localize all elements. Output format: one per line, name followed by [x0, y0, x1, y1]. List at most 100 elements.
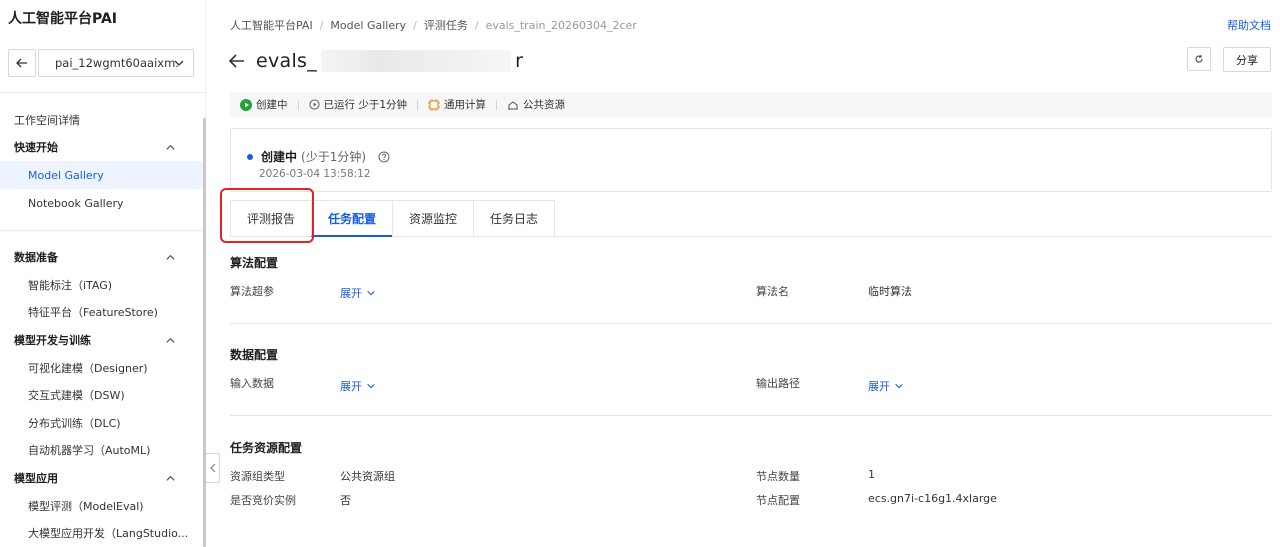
output-path-label: 输出路径 [756, 377, 800, 390]
sidebar-item-notebook-gallery[interactable]: Notebook Gallery [0, 189, 204, 217]
section-title-data: 数据配置 [230, 348, 279, 362]
sidebar-item-workspace-details[interactable]: 工作空间详情 [0, 106, 204, 134]
sidebar-item-label: 大模型应用开发（LangStudio... [28, 527, 189, 540]
refresh-button[interactable] [1187, 47, 1211, 71]
breadcrumb-item[interactable]: 人工智能平台PAI [230, 17, 313, 33]
status-line: 创建中 (少于1分钟) [247, 148, 390, 165]
sidebar-item-featurestore[interactable]: 特征平台（FeatureStore) [0, 298, 204, 326]
resource-group-type-label: 资源组类型 [230, 470, 285, 483]
tab-task-log[interactable]: 任务日志 [473, 200, 556, 237]
help-circle-icon[interactable] [378, 151, 390, 163]
compute-icon [428, 98, 441, 111]
sidebar-item-itag[interactable]: 智能标注（iTAG) [0, 271, 204, 299]
chevron-down-icon [367, 383, 375, 389]
main-content: 人工智能平台PAI / Model Gallery / 评测任务 / evals… [206, 0, 1280, 547]
workspace-name: pai_12wgmt60aaixm. [55, 56, 179, 70]
sidebar-group-model-app[interactable]: 模型应用 [0, 464, 204, 492]
tab-task-config[interactable]: 任务配置 [311, 200, 393, 237]
status-chip-label: 已运行 少于1分钟 [323, 99, 408, 111]
sidebar-item-langstudio[interactable]: 大模型应用开发（LangStudio... [0, 519, 204, 547]
workspace-select[interactable]: pai_12wgmt60aaixm. [38, 49, 194, 77]
algo-name-value: 临时算法 [868, 285, 912, 298]
input-data-label: 输入数据 [230, 377, 274, 390]
section-title-algorithm: 算法配置 [230, 256, 279, 270]
arrow-left-icon [16, 58, 27, 68]
input-data-expand-link[interactable]: 展开 [340, 378, 376, 394]
sidebar: 人工智能平台PAI pai_12wgmt60aaixm. 工作空间详情 快速开始… [0, 0, 206, 547]
breadcrumb-item[interactable]: 评测任务 [424, 17, 468, 33]
help-docs-link[interactable]: 帮助文档 [1227, 17, 1271, 33]
play-circle-icon [240, 98, 252, 111]
status-dot [247, 153, 253, 160]
share-button[interactable]: 分享 [1223, 47, 1271, 72]
task-tabs: 评测报告 任务配置 资源监控 任务日志 [230, 200, 1272, 237]
sidebar-item-automl[interactable]: 自动机器学习（AutoML) [0, 436, 204, 464]
chevron-down-icon [174, 60, 184, 66]
chevron-down-icon [895, 383, 903, 389]
chevron-up-icon [166, 337, 175, 343]
page-title-row: evals_ r [228, 47, 523, 75]
section-title-resource: 任务资源配置 [230, 441, 303, 455]
sidebar-group-data-prep[interactable]: 数据准备 [0, 243, 204, 271]
sidebar-divider [0, 230, 206, 231]
back-button[interactable] [8, 49, 36, 77]
output-path-expand-link[interactable]: 展开 [868, 378, 904, 394]
sidebar-divider [0, 92, 206, 93]
sidebar-group-label: 模型开发与训练 [14, 334, 91, 347]
chevron-up-icon [166, 475, 175, 481]
arrow-left-icon[interactable] [228, 53, 246, 69]
status-chip-label: 公共资源 [523, 99, 566, 111]
chevron-up-icon [166, 254, 175, 260]
spot-instance-label: 是否竞价实例 [230, 494, 296, 507]
sidebar-item-label: 可视化建模（Designer) [28, 362, 148, 375]
node-spec-value: ecs.gn7i-c16g1.4xlarge [868, 492, 997, 505]
brand-title: 人工智能平台PAI [8, 11, 118, 27]
sidebar-item-dsw[interactable]: 交互式建模（DSW) [0, 381, 204, 409]
chevron-down-icon [367, 290, 375, 296]
sidebar-item-label: 特征平台（FeatureStore) [28, 306, 158, 319]
status-timestamp: 2026-03-04 13:58:12 [259, 168, 371, 180]
sidebar-item-modeleval[interactable]: 模型评测（ModelEval) [0, 492, 204, 520]
breadcrumb-separator: / [474, 18, 479, 32]
hyperparams-expand-link[interactable]: 展开 [340, 285, 376, 301]
sidebar-group-quick-start[interactable]: 快速开始 [0, 133, 204, 161]
breadcrumb-current: evals_train_20260304_2cer [485, 18, 637, 32]
sidebar-group-label: 快速开始 [14, 141, 58, 154]
breadcrumb-item[interactable]: Model Gallery [330, 19, 406, 32]
node-count-value: 1 [868, 468, 875, 481]
sidebar-item-dlc[interactable]: 分布式训练（DLC) [0, 409, 204, 437]
algo-name-label: 算法名 [756, 285, 789, 298]
section-divider [230, 415, 1272, 416]
sidebar-item-label: 模型评测（ModelEval) [28, 500, 144, 513]
expand-label: 展开 [340, 287, 362, 300]
chevron-up-icon [166, 144, 175, 150]
sidebar-item-model-gallery[interactable]: Model Gallery [0, 161, 204, 189]
tab-resource-monitor[interactable]: 资源监控 [392, 200, 474, 237]
sidebar-item-designer[interactable]: 可视化建模（Designer) [0, 354, 204, 382]
resource-group-type-value: 公共资源组 [340, 470, 395, 483]
sidebar-item-label: 自动机器学习（AutoML) [28, 444, 151, 457]
sidebar-item-label: Notebook Gallery [28, 196, 124, 210]
sidebar-item-label: 工作空间详情 [14, 114, 80, 127]
expand-label: 展开 [340, 380, 362, 393]
status-chip-label: 创建中 [256, 99, 288, 111]
sidebar-group-label: 模型应用 [14, 472, 58, 485]
page-title-prefix: evals_ [256, 50, 318, 72]
page-title-suffix: r [515, 50, 524, 72]
sidebar-group-model-dev[interactable]: 模型开发与训练 [0, 326, 204, 354]
public-resource-icon [508, 100, 519, 109]
status-card: 创建中 (少于1分钟) 2026-03-04 13:58:12 [230, 128, 1272, 192]
sidebar-item-label: Model Gallery [28, 168, 104, 182]
status-chip-creating: 创建中 [240, 97, 299, 112]
status-chip-label: 通用计算 [444, 99, 487, 111]
breadcrumb-separator: / [413, 18, 417, 32]
status-chip-compute: 通用计算 [428, 97, 498, 112]
section-divider [230, 323, 1272, 324]
sidebar-item-label: 分布式训练（DLC) [28, 417, 121, 430]
tab-eval-report[interactable]: 评测报告 [230, 200, 312, 237]
breadcrumb-separator: / [319, 18, 324, 32]
clock-run-icon [308, 99, 320, 110]
hyperparams-label: 算法超参 [230, 285, 274, 298]
sidebar-group-label: 数据准备 [14, 251, 58, 264]
sidebar-item-label: 交互式建模（DSW) [28, 389, 125, 402]
